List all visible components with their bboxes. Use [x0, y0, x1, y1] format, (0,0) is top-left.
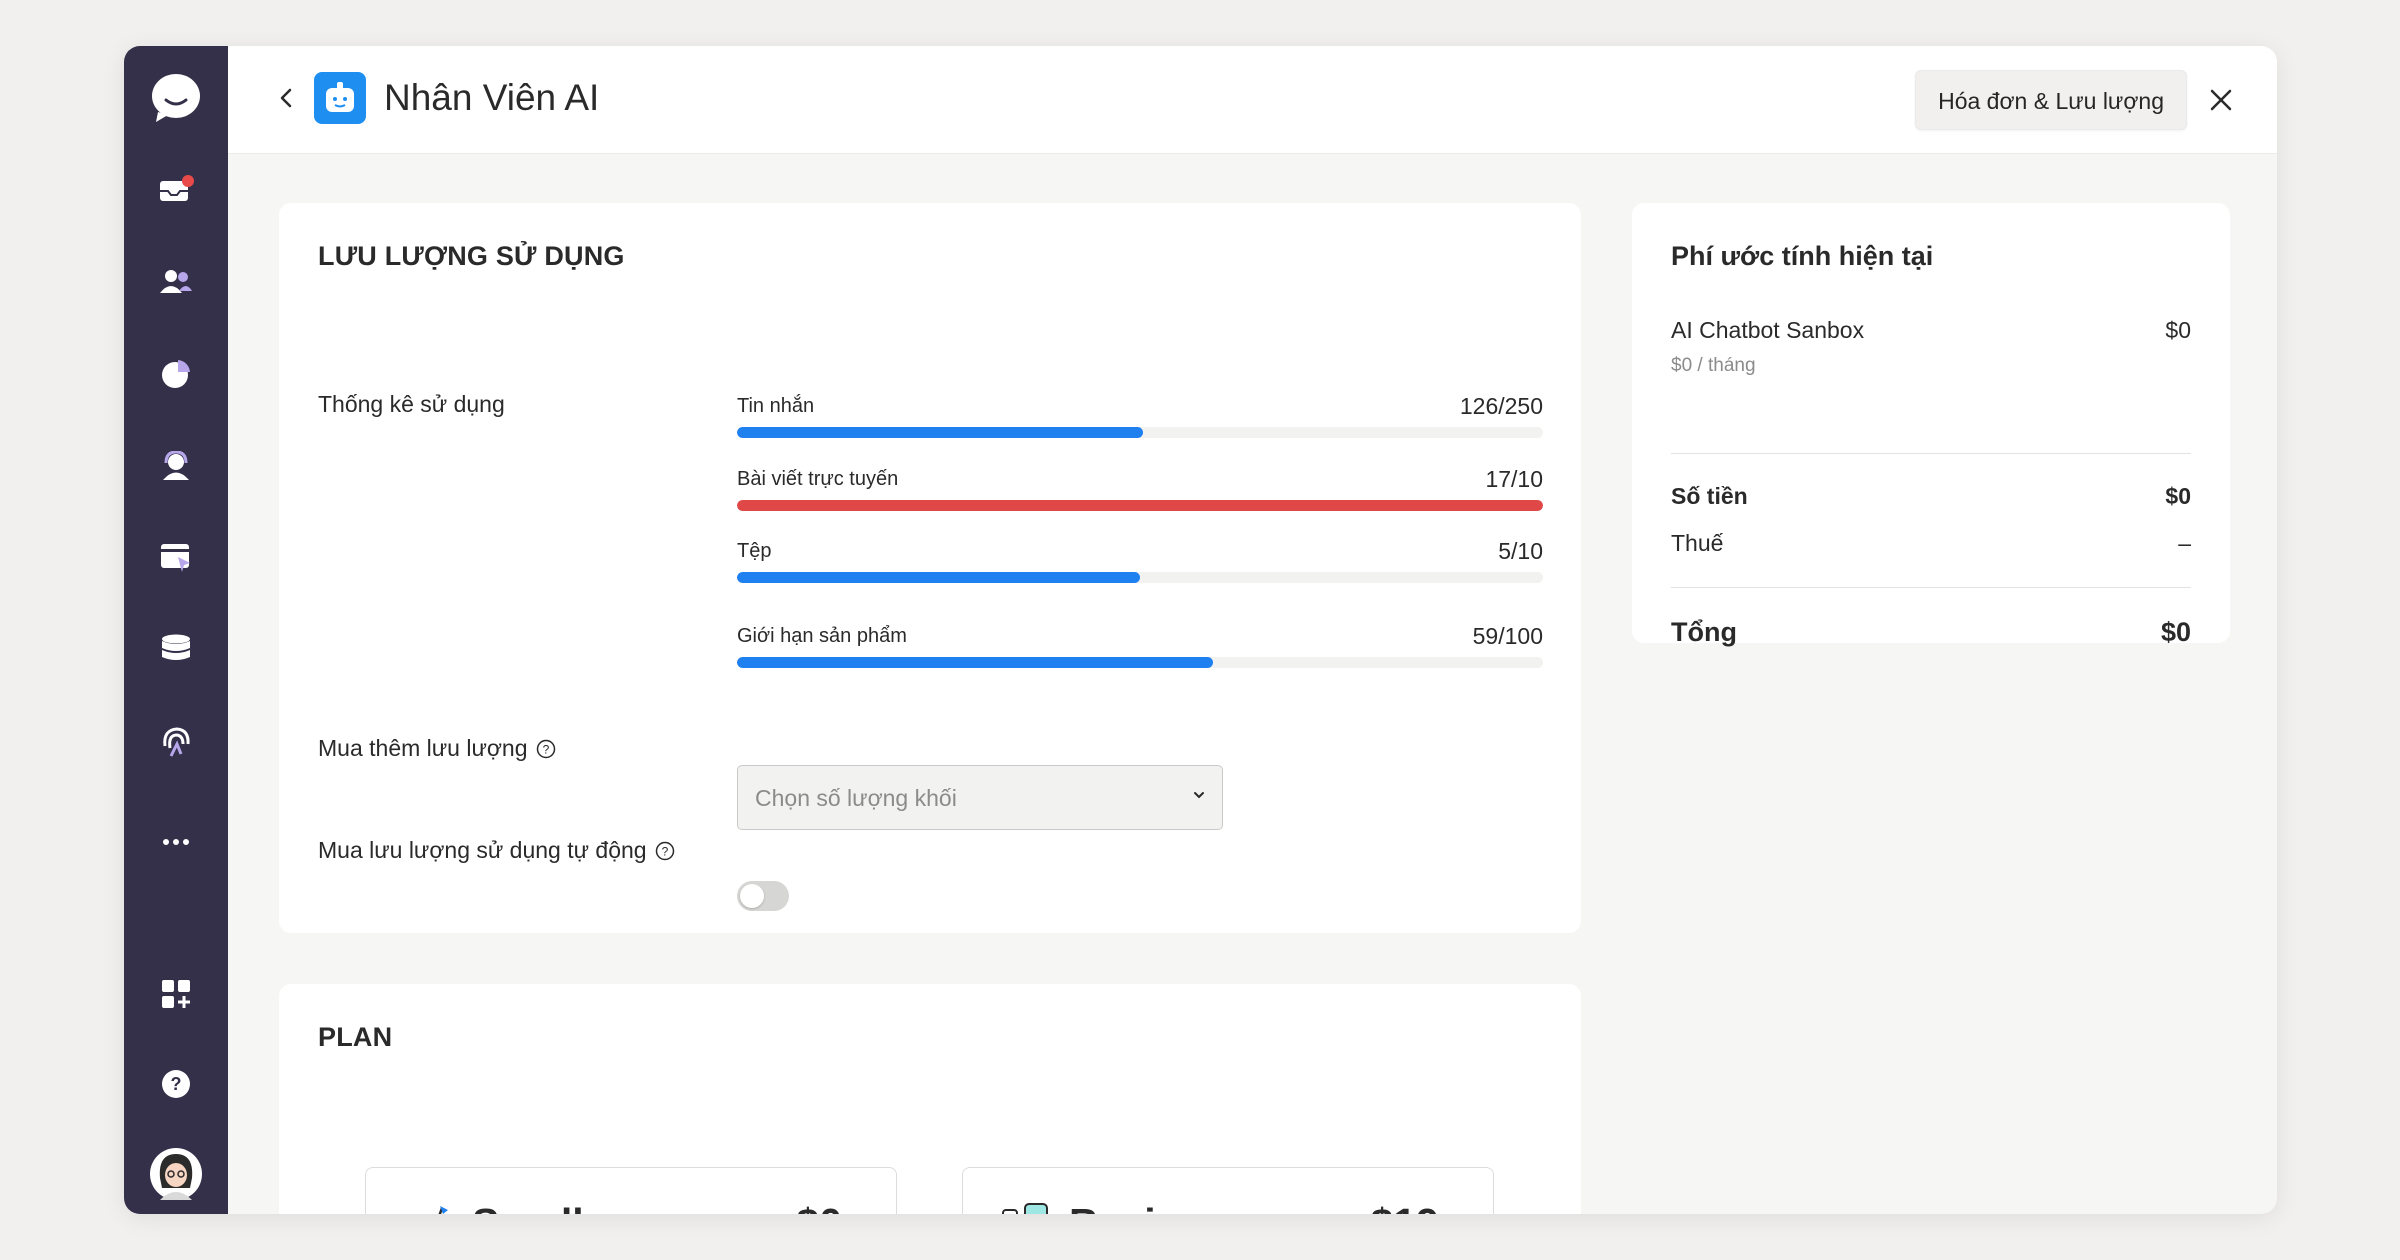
- sidebar-item-chat[interactable]: [150, 72, 202, 124]
- sidebar-item-inbox[interactable]: [150, 164, 202, 216]
- back-button[interactable]: [268, 80, 304, 116]
- tax-label: Thuế: [1671, 530, 1724, 556]
- more-icon: [163, 839, 189, 845]
- select-placeholder: Chọn số lượng khối: [755, 785, 957, 811]
- usage-progress-fill: [737, 657, 1213, 668]
- fee-item-price: $0: [2165, 317, 2191, 343]
- usage-title: LƯU LƯỢNG SỬ DỤNG: [318, 241, 625, 271]
- usage-stat-name: Tệp: [737, 540, 772, 562]
- sidebar-item-reports[interactable]: [150, 348, 202, 400]
- buy-more-label: Mua thêm lưu lượng ?: [318, 735, 556, 762]
- inbox-icon: [160, 175, 194, 201]
- plan-name: Basic: [1069, 1200, 1178, 1214]
- chevron-left-icon: [280, 88, 292, 108]
- plan-price: $0: [796, 1200, 842, 1214]
- auto-buy-toggle[interactable]: [737, 881, 789, 911]
- usage-stat-value: 126/250: [1459, 393, 1543, 419]
- sidebar-item-agents[interactable]: [150, 440, 202, 492]
- sidebar-item-help[interactable]: ?: [150, 1058, 202, 1110]
- plan-option-basic[interactable]: Basic $19: [962, 1167, 1494, 1214]
- svg-text:?: ?: [542, 742, 549, 756]
- usage-progress-fill: [737, 427, 1144, 438]
- fees-title: Phí ước tính hiện tại: [1671, 241, 1934, 271]
- fingerprint-icon: [163, 727, 190, 757]
- plan-option-sandbox[interactable]: Sandbox $0: [365, 1167, 897, 1214]
- page-header: Nhân Viên AI Hóa đơn & Lưu lượng: [228, 46, 2277, 154]
- plan-price: $19: [1371, 1200, 1439, 1214]
- billing-usage-button[interactable]: Hóa đơn & Lưu lượng: [1915, 70, 2187, 130]
- help-icon: ?: [162, 1070, 190, 1098]
- fee-item-name: AI Chatbot Sanbox: [1671, 317, 1865, 343]
- sandbox-icon: [438, 1206, 448, 1214]
- usage-stat-name: Giới hạn sản phẩm: [737, 625, 907, 647]
- sidebar-item-contacts[interactable]: [150, 256, 202, 308]
- divider: [1671, 453, 2191, 454]
- sidebar: ?: [124, 46, 228, 1214]
- amount-row: Số tiền $0: [1671, 483, 2191, 513]
- tax-row: Thuế –: [1671, 530, 2191, 560]
- sidebar-item-database[interactable]: [150, 624, 202, 676]
- sidebar-item-profile[interactable]: [150, 1148, 202, 1200]
- usage-progress-track: [737, 427, 1543, 438]
- block-quantity-select[interactable]: Chọn số lượng khối: [737, 765, 1223, 830]
- usage-progress-track: [737, 572, 1543, 583]
- plan-name: Sandbox: [472, 1200, 645, 1214]
- usage-stat-name: Tin nhắn: [737, 395, 815, 417]
- usage-progress-fill: [737, 572, 1140, 583]
- bot-logo-icon: [314, 72, 366, 124]
- sidebar-item-more[interactable]: [150, 816, 202, 868]
- campaign-icon: [161, 544, 190, 572]
- usage-stat-value: 17/10: [1485, 466, 1543, 492]
- fee-item-sub-row: $0 / tháng: [1671, 355, 2191, 379]
- reports-pie-icon: [162, 360, 190, 388]
- auto-buy-label: Mua lưu lượng sử dụng tự động ?: [318, 837, 675, 864]
- sidebar-item-campaigns[interactable]: [150, 532, 202, 584]
- fee-item-row: AI Chatbot Sanbox $0: [1671, 317, 2191, 347]
- usage-progress-track: [737, 500, 1543, 511]
- svg-text:?: ?: [661, 844, 668, 858]
- amount-label: Số tiền: [1671, 483, 1748, 509]
- close-icon: [2210, 89, 2232, 111]
- total-value: $0: [2160, 617, 2191, 647]
- agent-icon: [163, 451, 189, 480]
- avatar: [150, 1148, 202, 1200]
- usage-progress-fill: [737, 500, 1543, 511]
- robot-icon: [1002, 1203, 1048, 1214]
- amount-value: $0: [2165, 483, 2191, 509]
- usage-progress-track: [737, 657, 1543, 668]
- sidebar-item-integrations[interactable]: [150, 716, 202, 768]
- total-label: Tổng: [1671, 617, 1737, 647]
- sidebar-item-apps[interactable]: [150, 968, 202, 1020]
- svg-text:?: ?: [171, 1074, 182, 1094]
- contacts-icon: [160, 270, 192, 293]
- estimated-fees-card: Phí ước tính hiện tại AI Chatbot Sanbox …: [1632, 203, 2230, 647]
- usage-stat-value: 59/100: [1472, 623, 1543, 649]
- chevron-down-icon: [1194, 792, 1204, 799]
- tax-value: –: [2178, 530, 2191, 556]
- database-icon: [162, 634, 190, 660]
- usage-card: LƯU LƯỢNG SỬ DỤNG Thống kê sử dụng Tin n…: [279, 203, 1581, 933]
- usage-stats-label: Thống kê sử dụng: [318, 391, 505, 417]
- fee-item-period: $0 / tháng: [1671, 355, 1756, 376]
- app-window: ? Nhân Viên AI Hóa đơn & Lưu lượng LƯU L…: [124, 46, 2277, 1214]
- usage-stat-name: Bài viết trực tuyến: [737, 468, 899, 490]
- toggle-knob: [740, 884, 764, 908]
- close-button[interactable]: [2201, 80, 2241, 120]
- divider: [1671, 587, 2191, 588]
- total-row: Tổng $0: [1671, 617, 2191, 651]
- usage-stat-value: 5/10: [1498, 538, 1543, 564]
- chat-bubble-icon: [152, 74, 200, 122]
- plan-title: PLAN: [318, 1022, 393, 1052]
- page-title: Nhân Viên AI: [384, 77, 600, 118]
- question-circle-icon[interactable]: ?: [536, 739, 556, 759]
- question-circle-icon[interactable]: ?: [655, 841, 675, 861]
- apps-icon: [162, 980, 190, 1008]
